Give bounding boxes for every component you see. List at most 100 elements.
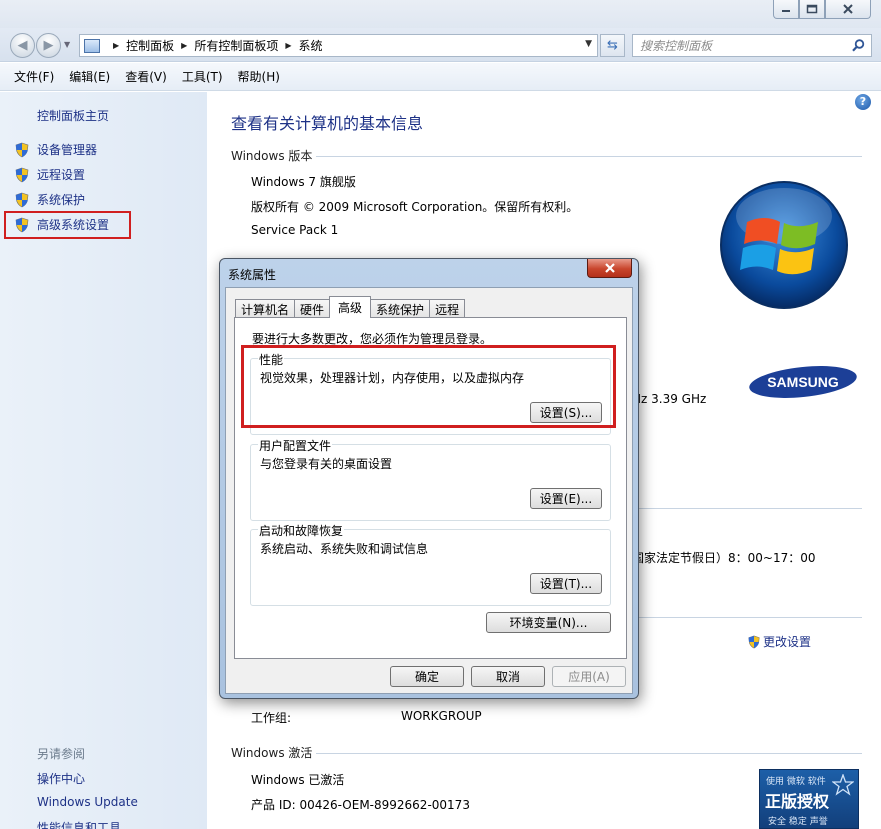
workgroup-value: WORKGROUP <box>401 709 482 723</box>
breadcrumb-system[interactable]: 系统 <box>299 37 323 54</box>
menu-help[interactable]: 帮助(H) <box>232 68 286 85</box>
cpu-speed-partial: Hz 3.39 GHz <box>632 392 707 406</box>
section-divider <box>316 156 862 157</box>
workgroup-label: 工作组: <box>251 711 292 725</box>
control-panel-home-link[interactable]: 控制面板主页 <box>37 107 109 124</box>
user-profiles-description: 与您登录有关的桌面设置 <box>260 457 393 471</box>
user-profiles-label: 用户配置文件 <box>258 437 333 454</box>
user-profiles-settings-button[interactable]: 设置(E)... <box>530 488 602 509</box>
link-performance-tools[interactable]: 性能信息和工具 <box>37 819 121 829</box>
cancel-button[interactable]: 取消 <box>471 666 545 687</box>
tab-advanced[interactable]: 高级 <box>329 296 372 318</box>
environment-variables-button[interactable]: 环境变量(N)... <box>486 612 611 633</box>
edition-heading: Windows 版本 <box>231 149 313 163</box>
chevron-right-icon[interactable]: ▶ <box>113 41 119 50</box>
menu-bar: 文件(F) 编辑(E) 查看(V) 工具(T) 帮助(H) <box>0 63 881 91</box>
tab-computer-name[interactable]: 计算机名 <box>235 299 296 318</box>
recent-pages-dropdown[interactable]: ▼ <box>64 40 70 49</box>
control-panel-icon <box>84 38 100 53</box>
windows-logo <box>720 181 848 309</box>
breadcrumb-control-panel[interactable]: 控制面板 <box>126 37 174 54</box>
shield-icon <box>15 167 29 182</box>
breadcrumb-all-items[interactable]: 所有控制面板项 <box>194 37 278 54</box>
star-icon <box>832 774 854 796</box>
minimize-button[interactable] <box>773 0 799 19</box>
sidebar-item-label: 系统保护 <box>37 193 86 207</box>
dialog-close-button[interactable] <box>587 259 632 278</box>
sidebar-item-label: 远程设置 <box>37 168 86 182</box>
navigation-bar: ◀ ▶ ▼ ▶ 控制面板 ▶ 所有控制面板项 ▶ 系统 ▼ ⇆ 搜索控制面板 <box>0 28 881 62</box>
arrow-right-icon: ▶ <box>43 38 54 53</box>
user-profiles-group: 用户配置文件 与您登录有关的桌面设置 设置(E)... <box>250 437 611 521</box>
back-button[interactable]: ◀ <box>10 33 35 58</box>
section-divider <box>638 508 862 509</box>
ok-button[interactable]: 确定 <box>390 666 464 687</box>
minimize-icon <box>782 10 790 12</box>
genuine-badge[interactable]: 使用 微软 软件 正版授权 安全 稳定 声誉 <box>759 769 859 829</box>
copyright-text: 版权所有 © 2009 Microsoft Corporation。保留所有权利… <box>251 200 579 214</box>
performance-highlight <box>241 345 616 428</box>
maximize-icon <box>806 4 818 14</box>
tab-remote[interactable]: 远程 <box>429 299 466 318</box>
change-settings-label: 更改设置 <box>763 635 812 649</box>
address-dropdown-icon[interactable]: ▼ <box>585 39 592 49</box>
oem-brand-text: SAMSUNG <box>767 374 839 390</box>
maximize-button[interactable] <box>799 0 825 19</box>
link-windows-update[interactable]: Windows Update <box>37 795 138 809</box>
arrow-left-icon: ◀ <box>17 38 28 53</box>
help-icon[interactable]: ? <box>855 94 871 110</box>
samsung-logo: SAMSUNG <box>749 366 857 398</box>
genuine-main-text: 正版授权 <box>765 792 830 811</box>
sidebar-item-label: 设备管理器 <box>37 143 98 157</box>
genuine-top-text: 使用 微软 软件 <box>766 777 826 787</box>
change-settings-link[interactable]: 更改设置 <box>747 633 811 650</box>
close-icon <box>843 4 853 14</box>
search-placeholder: 搜索控制面板 <box>640 39 713 53</box>
shield-icon <box>15 142 29 157</box>
search-input[interactable]: 搜索控制面板 <box>632 34 872 57</box>
activation-heading: Windows 激活 <box>231 746 313 760</box>
dialog-title: 系统属性 <box>228 268 277 282</box>
shield-icon <box>748 635 760 648</box>
chevron-right-icon[interactable]: ▶ <box>285 41 291 50</box>
product-id: 产品 ID: 00426-OEM-8992662-00173 <box>251 798 470 812</box>
support-hours-partial: 国家法定节假日）8：00~17：00 <box>632 551 816 565</box>
forward-button[interactable]: ▶ <box>36 33 61 58</box>
tab-system-protection[interactable]: 系统保护 <box>370 299 431 318</box>
section-divider <box>316 753 862 754</box>
activation-status: Windows 已激活 <box>251 773 345 787</box>
menu-edit[interactable]: 编辑(E) <box>63 68 116 85</box>
caption-buttons <box>773 0 871 19</box>
startup-recovery-group: 启动和故障恢复 系统启动、系统失败和调试信息 设置(T)... <box>250 522 611 606</box>
left-pane: 控制面板主页 设备管理器 远程设置 系统保护 高级系统设置 另请参阅 操作中心 … <box>0 92 207 829</box>
see-also-heading: 另请参阅 <box>37 747 86 761</box>
refresh-icon: ⇆ <box>607 38 618 53</box>
link-action-center[interactable]: 操作中心 <box>37 770 85 787</box>
close-button[interactable] <box>825 0 871 19</box>
chevron-down-icon: ▼ <box>64 40 71 49</box>
search-icon[interactable] <box>852 39 865 52</box>
shield-icon <box>15 192 29 207</box>
sidebar-item-system-protection[interactable]: 系统保护 <box>14 191 85 208</box>
service-pack-text: Service Pack 1 <box>251 223 339 237</box>
close-icon <box>604 263 615 273</box>
chevron-right-icon[interactable]: ▶ <box>181 41 187 50</box>
sidebar-item-device-manager[interactable]: 设备管理器 <box>14 141 97 158</box>
genuine-sub-text: 安全 稳定 声誉 <box>768 817 828 827</box>
menu-tools[interactable]: 工具(T) <box>176 68 229 85</box>
menu-view[interactable]: 查看(V) <box>119 68 173 85</box>
advanced-settings-highlight <box>4 211 131 239</box>
edition-value: Windows 7 旗舰版 <box>251 175 356 189</box>
address-bar[interactable]: ▶ 控制面板 ▶ 所有控制面板项 ▶ 系统 ▼ <box>79 34 598 57</box>
startup-recovery-settings-button[interactable]: 设置(T)... <box>530 573 602 594</box>
title-bar <box>0 0 881 28</box>
startup-recovery-label: 启动和故障恢复 <box>258 522 345 539</box>
sidebar-item-remote-settings[interactable]: 远程设置 <box>14 166 85 183</box>
menu-file[interactable]: 文件(F) <box>8 68 60 85</box>
refresh-button[interactable]: ⇆ <box>600 34 625 57</box>
tab-strip: 计算机名 硬件 高级 系统保护 远程 <box>235 296 466 318</box>
tab-hardware[interactable]: 硬件 <box>294 299 331 318</box>
page-title: 查看有关计算机的基本信息 <box>231 114 424 133</box>
startup-recovery-description: 系统启动、系统失败和调试信息 <box>260 542 429 556</box>
apply-button[interactable]: 应用(A) <box>552 666 626 687</box>
